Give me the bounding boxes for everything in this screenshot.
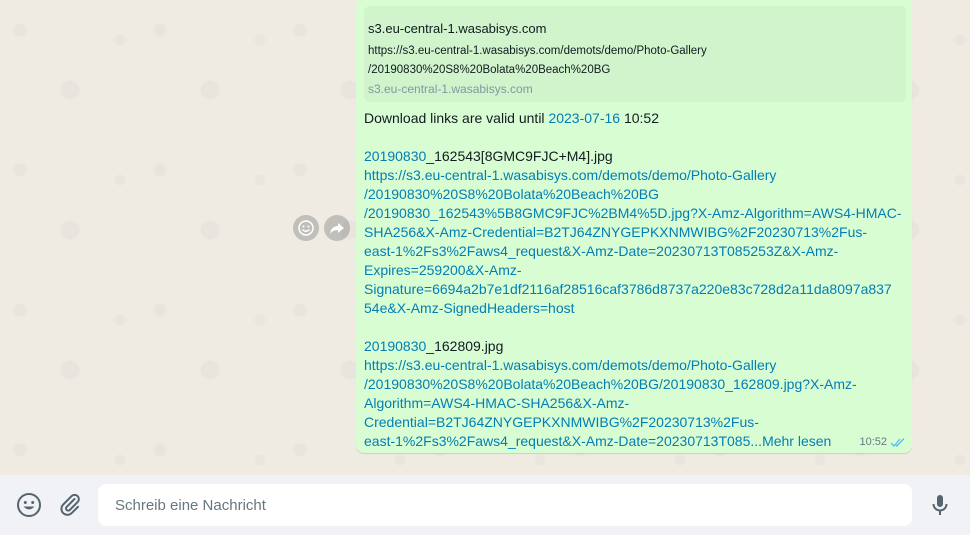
file1-url-link[interactable]: https://s3.eu-central-1.wasabisys.com/de…: [364, 166, 902, 318]
message-meta: 10:52: [859, 436, 906, 448]
emoji-button[interactable]: [16, 492, 42, 518]
mic-button[interactable]: [927, 492, 953, 518]
url-line: /20190830%20S8%20Bolata%20Beach%20BG/201…: [364, 376, 857, 392]
validity-line: Download links are valid until 2023-07-1…: [364, 109, 902, 128]
paperclip-icon: [60, 493, 80, 516]
url-line: Expires=259200&X-Amz-: [364, 262, 522, 278]
file1-name: 20190830_162543[8GMC9FJC+M4].jpg: [364, 147, 902, 166]
preview-url: https://s3.eu-central-1.wasabisys.com/de…: [368, 42, 898, 80]
message-text: Download links are valid until 2023-07-1…: [364, 109, 906, 451]
file1-name-rest: _162543[8GMC9FJC+M4].jpg: [426, 148, 613, 164]
url-line: east-1%2Fs3%2Faws4_request&X-Amz-Date=20…: [364, 433, 763, 449]
url-line: https://s3.eu-central-1.wasabisys.com/de…: [364, 167, 777, 183]
forward-icon: [330, 223, 344, 234]
react-button[interactable]: [293, 215, 319, 241]
url-line: /20190830_162543%5B8GMC9FJC%2BM4%5D.jpg?…: [364, 205, 902, 221]
file2-date-link[interactable]: 20190830: [364, 338, 426, 354]
link-preview[interactable]: s3.eu-central-1.wasabisys.com https://s3…: [364, 6, 906, 102]
url-line: SHA256&X-Amz-Credential=B2TJ64ZNYGEPKXNM…: [364, 224, 868, 240]
file2-name-rest: _162809.jpg: [426, 338, 504, 354]
url-line-last: east-1%2Fs3%2Faws4_request&X-Amz-Date=20…: [364, 432, 902, 451]
url-line: Signature=6694a2b7e1df2116af28516caf3786…: [364, 281, 892, 297]
url-line: Credential=B2TJ64ZNYGEPKXNMWIBG%2F202307…: [364, 414, 759, 430]
message-actions: [293, 215, 350, 241]
url-line: Algorithm=AWS4-HMAC-SHA256&X-Amz-: [364, 395, 630, 411]
validity-time: 10:52: [620, 110, 659, 126]
message-bubble: s3.eu-central-1.wasabisys.com https://s3…: [356, 0, 912, 453]
url-line: /20190830%20S8%20Bolata%20Beach%20BG: [364, 186, 660, 202]
message-input[interactable]: [98, 484, 912, 526]
reaction-emoji-icon: [298, 220, 314, 236]
read-more-link[interactable]: Mehr lesen: [762, 433, 831, 449]
preview-domain: s3.eu-central-1.wasabisys.com: [368, 82, 533, 96]
forward-button[interactable]: [324, 215, 350, 241]
url-line: 54e&X-Amz-SignedHeaders=host: [364, 300, 575, 316]
composer-bar: [0, 475, 970, 535]
validity-prefix: Download links are valid until: [364, 110, 549, 126]
file1-date-link[interactable]: 20190830: [364, 148, 426, 164]
validity-date-link[interactable]: 2023-07-16: [548, 110, 620, 126]
url-line: east-1%2Fs3%2Faws4_request&X-Amz-Date=20…: [364, 243, 839, 259]
chat-area: s3.eu-central-1.wasabisys.com https://s3…: [0, 0, 970, 475]
attach-button[interactable]: [57, 492, 83, 518]
double-check-icon: [890, 437, 905, 447]
url-line: https://s3.eu-central-1.wasabisys.com/de…: [364, 357, 777, 373]
microphone-icon: [932, 495, 948, 515]
preview-title: s3.eu-central-1.wasabisys.com: [368, 21, 547, 36]
preview-url-line: https://s3.eu-central-1.wasabisys.com/de…: [368, 45, 707, 57]
smiley-icon: [17, 493, 41, 517]
message-time: 10:52: [859, 436, 887, 448]
file2-name: 20190830_162809.jpg: [364, 337, 902, 356]
file2-url-link[interactable]: https://s3.eu-central-1.wasabisys.com/de…: [364, 356, 902, 451]
preview-url-line: /20190830%20S8%20Bolata%20Beach%20BG: [368, 64, 611, 76]
